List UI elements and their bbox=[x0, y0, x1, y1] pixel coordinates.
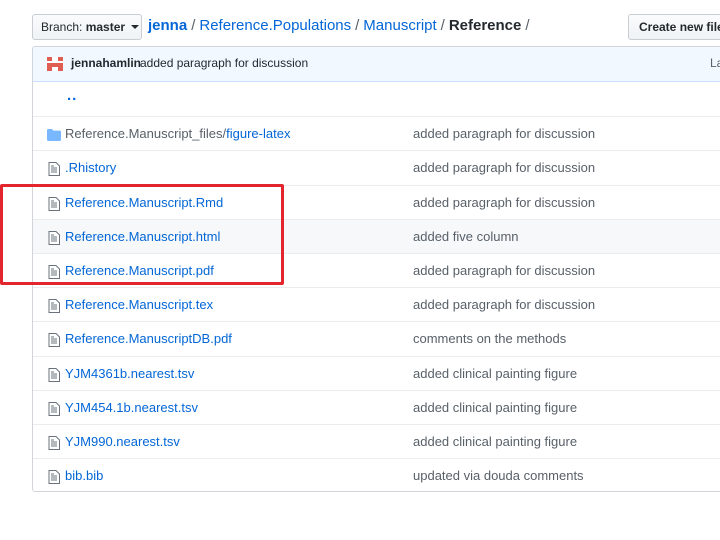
breadcrumb-separator: / bbox=[525, 17, 530, 34]
file-icon bbox=[48, 333, 60, 352]
file-row[interactable]: Reference.Manuscript_files/figure-latex a… bbox=[33, 116, 720, 150]
breadcrumb-path-manuscript[interactable]: Manuscript bbox=[363, 17, 436, 34]
latest-commit-label: La bbox=[710, 56, 720, 70]
breadcrumb-repo-link[interactable]: jenna bbox=[148, 17, 187, 34]
entry-name: YJM990.nearest.tsv bbox=[65, 434, 180, 449]
commit-message-link[interactable]: added clinical painting figure bbox=[413, 366, 577, 381]
commit-message-link[interactable]: updated via douda comments bbox=[413, 468, 584, 483]
entry-name: bib.bib bbox=[65, 468, 104, 484]
create-new-file-button[interactable]: Create new file bbox=[628, 14, 720, 40]
file-row[interactable]: Reference.Manuscript.tex added paragraph … bbox=[33, 287, 720, 321]
branch-selector-button[interactable]: Branch: master bbox=[32, 14, 142, 40]
breadcrumb-path-populations[interactable]: Reference.Populations bbox=[199, 17, 351, 34]
breadcrumb: jenna / Reference.Populations / Manuscript / R… bbox=[148, 15, 534, 37]
breadcrumb-separator: / bbox=[191, 17, 196, 34]
commit-message-link[interactable]: added paragraph for discussion bbox=[413, 126, 595, 141]
file-name-link[interactable]: YJM990.nearest.tsv bbox=[65, 434, 180, 449]
file-icon bbox=[48, 299, 60, 318]
entry-name: figure-latex bbox=[226, 126, 291, 142]
file-name-link[interactable]: YJM454.1b.nearest.tsv bbox=[65, 400, 198, 415]
chevron-down-icon bbox=[131, 25, 140, 29]
directory-prefix: Reference.Manuscript_files/ bbox=[65, 126, 227, 142]
file-name-link[interactable]: Reference.ManuscriptDB.pdf bbox=[65, 331, 232, 346]
commit-message-link[interactable]: added five column bbox=[413, 229, 519, 244]
file-icon bbox=[48, 401, 60, 421]
commit-message-link[interactable]: added paragraph for discussion bbox=[413, 297, 595, 312]
commit-message-link[interactable]: comments on the methods bbox=[413, 331, 566, 346]
file-name-link[interactable]: YJM4361b.nearest.tsv bbox=[65, 366, 194, 381]
repo-header: Branch: master jenna / Reference.Populatio… bbox=[0, 0, 720, 44]
highlight-annotation-box bbox=[0, 184, 284, 285]
commit-message[interactable]: added paragraph for discussion bbox=[140, 56, 308, 70]
breadcrumb-separator: / bbox=[355, 17, 360, 34]
directory-name-link[interactable]: Reference.Manuscript_files/figure-latex bbox=[65, 126, 290, 141]
commit-message-link[interactable]: added clinical painting figure bbox=[413, 400, 577, 415]
file-row[interactable]: Reference.ManuscriptDB.pdf comments on th… bbox=[33, 321, 720, 355]
commit-message-link[interactable]: added paragraph for discussion bbox=[413, 160, 595, 175]
file-icon bbox=[48, 436, 60, 455]
entry-name: YJM4361b.nearest.tsv bbox=[65, 365, 195, 381]
file-icon bbox=[48, 367, 60, 387]
entry-name: Reference.ManuscriptDB.pdf bbox=[65, 331, 232, 347]
file-row[interactable]: YJM990.nearest.tsv added clinical paintin… bbox=[33, 424, 720, 458]
file-name-link[interactable]: bib.bib bbox=[65, 468, 103, 483]
commit-author-link[interactable]: jennahamlin bbox=[71, 56, 141, 70]
file-row[interactable]: bib.bib updated via douda comments bbox=[33, 458, 720, 491]
breadcrumb-separator: / bbox=[440, 17, 445, 34]
file-icon bbox=[48, 470, 60, 489]
commit-message-link[interactable]: added paragraph for discussion bbox=[413, 195, 595, 210]
entry-name: YJM454.1b.nearest.tsv bbox=[65, 399, 198, 415]
commit-message-link[interactable]: added paragraph for discussion bbox=[413, 263, 595, 278]
parent-directory-row[interactable]: .. bbox=[33, 82, 720, 116]
parent-directory-link[interactable]: .. bbox=[67, 87, 77, 104]
folder-icon bbox=[47, 128, 61, 146]
file-name-link[interactable]: .Rhistory bbox=[65, 160, 116, 175]
branch-value: master bbox=[85, 20, 126, 34]
branch-label: Branch: bbox=[41, 20, 83, 34]
entry-name: Reference.Manuscript.tex bbox=[65, 297, 214, 313]
commit-message-link[interactable]: added clinical painting figure bbox=[413, 434, 577, 449]
file-row[interactable]: YJM454.1b.nearest.tsv added clinical pain… bbox=[33, 389, 720, 424]
latest-commit-bar: jennahamlin added paragraph for discussi… bbox=[33, 47, 720, 82]
file-name-link[interactable]: Reference.Manuscript.tex bbox=[65, 297, 213, 312]
avatar[interactable] bbox=[47, 57, 63, 71]
file-icon bbox=[48, 162, 60, 181]
file-row[interactable]: .Rhistory added paragraph for discussion bbox=[33, 150, 720, 184]
entry-name: .Rhistory bbox=[65, 160, 117, 176]
file-row[interactable]: YJM4361b.nearest.tsv added clinical paint… bbox=[33, 355, 720, 390]
breadcrumb-current-dir: Reference bbox=[448, 17, 522, 34]
